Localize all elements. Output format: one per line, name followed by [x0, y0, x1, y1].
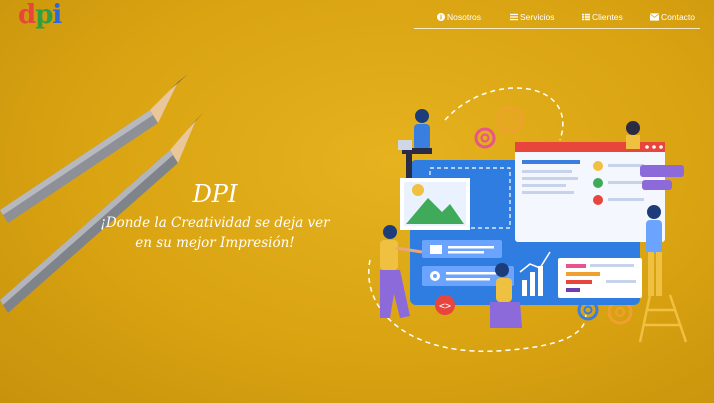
bars-icon: [510, 13, 518, 21]
mail-card: [422, 240, 502, 258]
logo-letter-i: i: [52, 0, 62, 30]
nav-label-servicios: Servicios: [520, 12, 555, 22]
ladder: [638, 294, 688, 343]
brand-logo[interactable]: dpi: [18, 0, 62, 30]
nav-label-clientes: Clientes: [592, 12, 623, 22]
hero-title: DPI: [192, 180, 238, 208]
nav-item-nosotros[interactable]: Nosotros: [437, 12, 481, 22]
image-card: [400, 178, 470, 230]
code-badge-label: <>: [439, 301, 451, 312]
envelope-icon: [650, 13, 659, 21]
nav-item-servicios[interactable]: Servicios: [510, 12, 554, 22]
logo-letter-p: p: [35, 0, 53, 30]
chat-bubble-2: [642, 180, 672, 190]
chat-bubble: [640, 165, 684, 177]
code-badge: <>: [435, 295, 455, 315]
nav-item-contacto[interactable]: Contacto: [650, 12, 695, 22]
info-circle-icon: [437, 13, 445, 21]
list-icon: [582, 13, 590, 21]
web-design-illustration: <>: [368, 87, 688, 352]
stats-card: [558, 258, 642, 298]
hero-subtitle: ¡Donde la Creatividad se deja ver en su …: [70, 213, 360, 253]
nav-label-nosotros: Nosotros: [447, 12, 482, 22]
hero-subtitle-line-1: ¡Donde la Creatividad se deja ver: [100, 215, 330, 231]
logo-letter-d: d: [18, 0, 36, 30]
hero-subtitle-line-2: en su mejor Impresión!: [135, 235, 295, 251]
gear-icon: [496, 106, 524, 134]
nav-item-clientes[interactable]: Clientes: [582, 12, 623, 22]
browser-window: [515, 142, 665, 242]
pencil-back: [0, 74, 188, 223]
nav-label-contacto: Contacto: [661, 12, 696, 22]
gear-icon-pink: [474, 127, 496, 149]
main-nav: Nosotros Servicios Clientes Contacto: [414, 10, 700, 29]
